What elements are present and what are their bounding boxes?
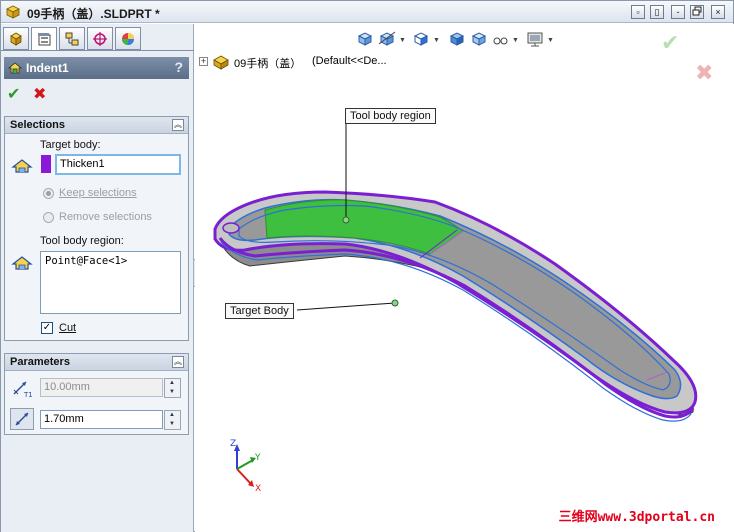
part-document-icon [6,5,20,19]
tool-region-pick-point[interactable] [342,216,350,224]
remove-selections-radio[interactable] [43,212,54,223]
property-manager-panel: Indent1 ? ✔ ✖ Selections ︽ Target body: … [1,24,194,532]
tool-body-region-callout[interactable]: Tool body region [345,108,436,124]
keep-selections-radio[interactable] [43,188,54,199]
remove-selections-label: Remove selections [59,211,152,223]
ok-button[interactable]: ✔ [7,84,20,104]
configuration-manager-icon [65,32,79,46]
property-manager-header: Indent1 ? [4,57,189,79]
reverse-direction-button[interactable] [10,408,34,430]
target-body-field[interactable]: Thicken1 [55,154,181,175]
spin-up-icon[interactable]: ▲ [169,380,175,386]
end-ring [222,222,240,234]
clearance-icon [15,412,29,426]
selections-group-header[interactable]: Selections ︽ [5,117,188,134]
parameters-group: Parameters ︽ T1 10.00mm ▲ ▼ 1.70mm ▲ ▼ [4,353,189,435]
target-body-callout[interactable]: Target Body [225,303,294,319]
cut-label: Cut [59,322,77,334]
graphics-area[interactable]: ▼ ▼ ▼ ▼ + 09手柄（盖） (Default<<De... ✔ ✖ Z … [195,24,734,532]
target-body-selection-icon [11,159,33,173]
close-button[interactable]: × [711,5,725,19]
triad-x-label: X [255,484,261,494]
keep-selections-label: Keep selections [59,187,137,199]
svg-text:T1: T1 [23,391,33,398]
thickness-spinner[interactable]: ▲ ▼ [164,378,181,398]
triad-z-label: Z [230,439,236,449]
spin-up-icon[interactable]: ▲ [169,412,175,418]
target-body-pick-point[interactable] [391,299,399,307]
parameters-title: Parameters [10,356,70,368]
cascade-window-button[interactable]: ▫ [631,5,645,19]
watermark: 三维网www.3dportal.cn [558,510,715,525]
tool-body-region-label: Tool body region: [40,235,124,247]
spin-down-icon[interactable]: ▼ [169,421,175,427]
restore-button[interactable] [690,5,704,19]
help-button[interactable]: ? [174,59,183,75]
clearance-field[interactable]: 1.70mm [40,410,163,429]
coordinate-triad: Z Y X [230,439,261,494]
triad-y-label: Y [254,453,261,463]
cut-checkbox[interactable]: ✓ [41,322,53,334]
clearance-spinner[interactable]: ▲ ▼ [164,410,181,430]
tool-body-region-selection-icon [11,256,33,270]
thickness-field[interactable]: 10.00mm [40,378,163,397]
collapse-selections-button[interactable]: ︽ [172,119,184,131]
selections-group: Selections ︽ Target body: Thicken1 Keep … [4,116,189,341]
target-body-label: Target body: [40,139,101,151]
tile-window-button[interactable]: ▯ [650,5,664,19]
restore-icon [692,6,702,16]
target-body-color-swatch [41,155,51,173]
tab-property-manager[interactable] [31,27,57,51]
model-viewport[interactable]: Z Y X [195,24,734,532]
window-title: 09手柄（盖）.SLDPRT * [27,7,160,21]
tab-feature-manager[interactable] [3,27,29,50]
title-bar: 09手柄（盖）.SLDPRT * ▫ ▯ - × [1,1,733,23]
spin-down-icon[interactable]: ▼ [169,389,175,395]
ok-cancel-group: ✔ ✖ [5,82,65,106]
tool-body-region-item[interactable]: Point@Face<1> [45,255,127,267]
property-manager-icon [38,33,51,46]
tool-body-region-list[interactable]: Point@Face<1> [40,251,181,314]
document-window: 09手柄（盖）.SLDPRT * ▫ ▯ - × Indent1 ? ✔ ✖ S… [0,0,734,532]
feature-manager-icon [10,32,22,46]
tab-configuration-manager[interactable] [59,27,85,50]
dimxpert-icon [93,32,107,46]
property-manager-title: Indent1 [26,61,69,75]
display-manager-icon [122,33,134,45]
indent-feature-icon [7,62,23,74]
minimize-button[interactable]: - [671,5,685,19]
checkmark-icon: ✓ [42,322,52,333]
thickness-icon: T1 [13,381,33,398]
tab-dimxpert-manager[interactable] [87,27,113,50]
tab-display-manager[interactable] [115,27,141,50]
cancel-button[interactable]: ✖ [33,84,46,104]
parameters-group-header[interactable]: Parameters ︽ [5,354,188,371]
target-body-leader [296,302,396,311]
collapse-parameters-button[interactable]: ︽ [172,356,184,368]
selections-title: Selections [10,119,66,131]
tabs-divider [1,50,194,51]
